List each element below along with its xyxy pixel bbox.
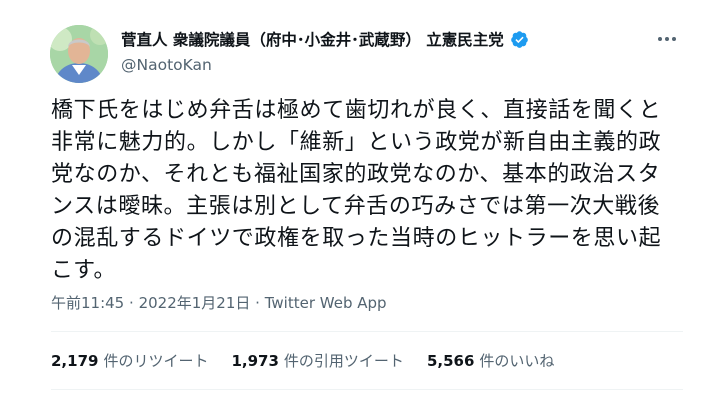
like-count: 5,566 bbox=[426, 352, 475, 370]
likes-stat[interactable]: 5,566 件のいいね bbox=[427, 350, 554, 371]
retweet-label: 件のリツイート bbox=[103, 352, 209, 370]
retweets-stat[interactable]: 2,179 件のリツイート bbox=[51, 350, 208, 371]
tweet-stats: 2,179 件のリツイート 1,973 件の引用ツイート 5,566 件のいいね bbox=[51, 350, 554, 371]
retweet-count: 2,179 bbox=[51, 352, 99, 370]
divider bbox=[51, 389, 683, 390]
avatar-photo bbox=[50, 25, 108, 83]
tweet-time: 午前11:45 bbox=[51, 294, 125, 312]
more-options-icon[interactable] bbox=[652, 24, 682, 54]
author-handle[interactable]: @NaotoKan bbox=[121, 56, 212, 74]
tweet-date: 2022年1月21日 bbox=[138, 294, 251, 312]
tweet-timestamp[interactable]: 午前11:45 · 2022年1月21日 bbox=[51, 294, 250, 312]
quote-count: 1,973 bbox=[231, 352, 279, 370]
more-dot bbox=[658, 37, 662, 41]
author-display-name[interactable]: 菅直人 衆議院議員（府中･小金井･武蔵野） 立憲民主党 bbox=[121, 28, 504, 50]
quote-label: 件の引用ツイート bbox=[283, 352, 404, 370]
meta-separator: · bbox=[129, 294, 134, 312]
tweet-source[interactable]: Twitter Web App bbox=[265, 294, 387, 312]
meta-separator: · bbox=[255, 294, 260, 312]
avatar[interactable] bbox=[50, 25, 108, 83]
divider bbox=[51, 331, 683, 332]
tweet-text: 橋下氏をはじめ弁舌は極めて歯切れが良く、直接話を聞くと非常に魅力的。しかし「維新… bbox=[51, 98, 662, 283]
more-dot bbox=[672, 37, 676, 41]
quotes-stat[interactable]: 1,973 件の引用ツイート bbox=[231, 350, 403, 371]
verified-badge-icon bbox=[510, 30, 528, 48]
tweet-metadata: 午前11:45 · 2022年1月21日 · Twitter Web App bbox=[51, 292, 387, 313]
author-name-row[interactable]: 菅直人 衆議院議員（府中･小金井･武蔵野） 立憲民主党 bbox=[121, 28, 529, 50]
like-label: 件のいいね bbox=[479, 352, 555, 370]
more-dot bbox=[665, 37, 669, 41]
tweet: 菅直人 衆議院議員（府中･小金井･武蔵野） 立憲民主党 @NaotoKan 橋下… bbox=[0, 0, 723, 401]
